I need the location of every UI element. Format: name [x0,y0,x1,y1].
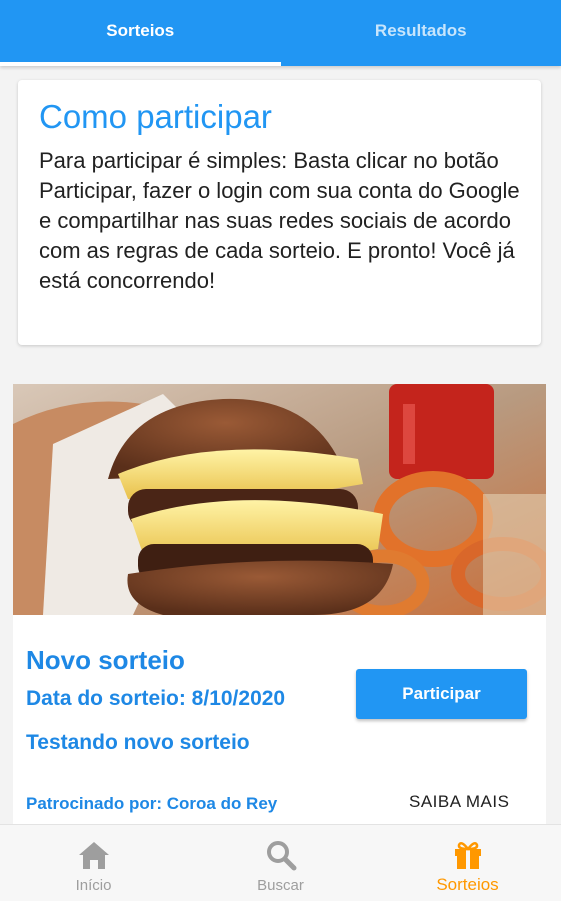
info-card-title: Como participar [39,98,521,136]
raffle-date: Data do sorteio: 8/10/2020 [26,687,285,711]
burger-photo [13,384,546,615]
home-icon [77,839,111,871]
tab-sorteios[interactable]: Sorteios [0,0,281,66]
nav-label-sorteios: Sorteios [436,875,498,895]
raffle-title: Novo sorteio [26,645,185,676]
info-card-text: Para participar é simples: Basta clicar … [39,146,521,296]
raffle-card: Novo sorteio Data do sorteio: 8/10/2020 … [13,384,546,824]
raffle-description: Testando novo sorteio [26,731,250,755]
top-tab-bar: Sorteios Resultados [0,0,561,66]
tab-sorteios-label: Sorteios [106,21,174,41]
search-icon [264,839,298,871]
tab-resultados[interactable]: Resultados [281,0,561,66]
tab-resultados-label: Resultados [375,21,467,41]
nav-item-buscar[interactable]: Buscar [187,825,374,901]
raffle-sponsor: Patrocinado por: Coroa do Rey [26,794,277,814]
active-tab-indicator [0,62,281,66]
learn-more-button[interactable]: SAIBA MAIS [409,792,509,812]
nav-item-inicio[interactable]: Início [0,825,187,901]
participate-button[interactable]: Participar [356,669,527,719]
how-to-participate-card: Como participar Para participar é simple… [18,80,541,345]
gift-icon [451,839,485,871]
nav-label-inicio: Início [76,877,112,894]
nav-label-buscar: Buscar [257,877,304,894]
bottom-navigation: Início Buscar Sorteios [0,824,561,901]
nav-item-sorteios[interactable]: Sorteios [374,825,561,901]
